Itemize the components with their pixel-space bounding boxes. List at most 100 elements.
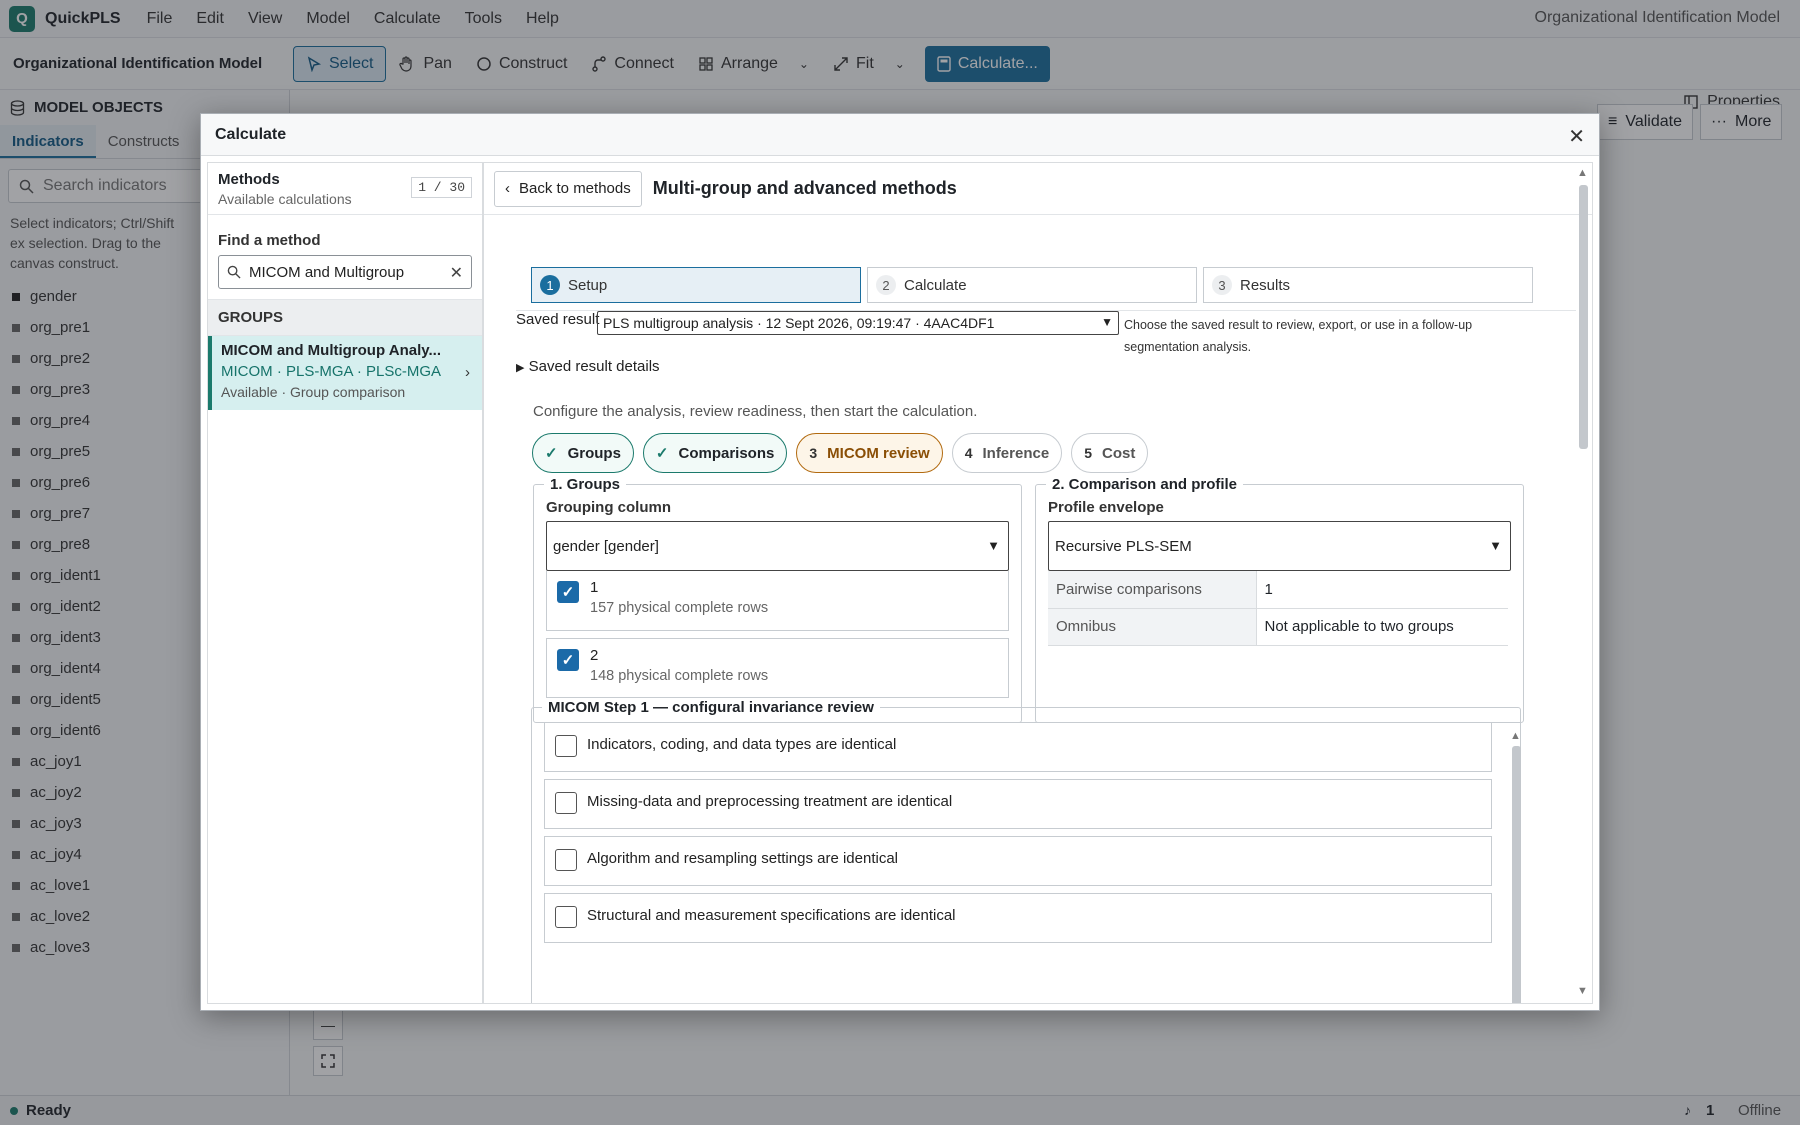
dialog-scrollbar[interactable]: ▲ ▼ (1574, 163, 1592, 1003)
wizard-step-groups[interactable]: ✓ Groups (532, 433, 634, 473)
wizard-step-inference[interactable]: 4 Inference (951, 433, 1063, 473)
scroll-thumb[interactable] (1579, 185, 1588, 449)
group-rows: 157 physical complete rows (590, 600, 769, 616)
micom-item-label: Missing-data and preprocessing treatment… (587, 793, 953, 810)
table-row: Pairwise comparisons 1 (1048, 571, 1508, 609)
grouping-column-value: gender [gender] (553, 537, 659, 555)
micom-item-label: Structural and measurement specification… (587, 907, 956, 924)
group-item-1[interactable]: ✓ 1 157 physical complete rows (546, 571, 1009, 631)
groups-section-legend: 1. Groups (550, 476, 621, 493)
wizard-step-label: Groups (567, 444, 621, 462)
dialog-title: Calculate (215, 125, 287, 143)
group-rows: 148 physical complete rows (590, 668, 769, 684)
group-checkbox[interactable]: ✓ (557, 649, 579, 671)
profile-envelope-select[interactable]: Recursive PLS-SEM ▼ (1048, 521, 1511, 571)
wizard-step-micom-review[interactable]: 3 MICOM review (796, 433, 943, 473)
scroll-thumb[interactable] (1512, 746, 1521, 1003)
clear-icon[interactable]: ✕ (450, 263, 463, 283)
wizard-step-number: 3 (809, 445, 818, 461)
step-calculate[interactable]: 2 Calculate (867, 267, 1197, 303)
wizard-step-cost[interactable]: 5 Cost (1071, 433, 1149, 473)
table-key: Omnibus (1048, 608, 1257, 646)
step-results[interactable]: 3 Results (1203, 267, 1533, 303)
back-label: Back to methods (519, 180, 631, 197)
saved-result-label: Saved result (516, 311, 600, 328)
wizard-step-label: MICOM review (827, 444, 930, 462)
chevron-left-icon: ‹ (505, 180, 510, 197)
back-to-methods-button[interactable]: ‹ Back to methods (494, 170, 642, 207)
methods-header: Methods Available calculations 1 / 30 (208, 163, 482, 215)
scroll-up-icon[interactable]: ▲ (1510, 730, 1521, 742)
close-icon[interactable]: ✕ (1568, 124, 1585, 149)
find-method-label: Find a method (218, 232, 321, 249)
micom-step1-section: MICOM Step 1 — configural invariance rev… (531, 699, 1523, 1003)
micom-item-label: Algorithm and resampling settings are id… (587, 850, 898, 867)
micom-item[interactable]: Structural and measurement specification… (544, 893, 1492, 943)
step-label: Calculate (904, 276, 967, 294)
micom-item[interactable]: Indicators, coding, and data types are i… (544, 722, 1492, 772)
group-checkbox[interactable]: ✓ (557, 581, 579, 603)
profile-envelope-value: Recursive PLS-SEM (1055, 537, 1192, 555)
table-value: Not applicable to two groups (1256, 608, 1508, 646)
group-item-2[interactable]: ✓ 2 148 physical complete rows (546, 638, 1009, 698)
dialog-header: Calculate (201, 114, 1599, 156)
micom-item[interactable]: Algorithm and resampling settings are id… (544, 836, 1492, 886)
step-label: Results (1240, 276, 1291, 294)
table-row: Omnibus Not applicable to two groups (1048, 608, 1508, 646)
table-value: 1 (1256, 571, 1508, 609)
saved-result-row: Saved result PLS multigroup analysis · 1… (516, 311, 1476, 354)
grouping-column-select[interactable]: gender [gender] ▼ (546, 521, 1009, 571)
micom-checkbox[interactable] (555, 906, 577, 928)
step-label: Setup (568, 276, 608, 294)
calculate-dialog: Calculate ✕ Methods Available calculatio… (200, 113, 1600, 1011)
scroll-down-icon[interactable]: ▼ (1577, 985, 1588, 997)
wizard-step-label: Comparisons (678, 444, 775, 462)
detail-header: ‹ Back to methods Multi-group and advanc… (484, 163, 1592, 215)
groups-header: GROUPS (208, 299, 482, 336)
table-key: Pairwise comparisons (1048, 571, 1257, 609)
micom-checkbox[interactable] (555, 849, 577, 871)
micom-checkbox[interactable] (555, 735, 577, 757)
wizard-progress: ✓ Groups ✓ Comparisons 3 MICOM review 4 … (532, 433, 1149, 473)
chevron-down-icon: ▼ (987, 538, 1000, 553)
group-name: 1 (590, 579, 599, 596)
chevron-right-icon: › (465, 364, 470, 381)
saved-result-value: PLS multigroup analysis · 12 Sept 2026, … (603, 315, 995, 331)
find-method-input[interactable]: MICOM and Multigroup ✕ (218, 255, 472, 289)
method-item-name: MICOM and Multigroup Analy... (221, 342, 441, 359)
methods-column: Methods Available calculations 1 / 30 Fi… (207, 162, 483, 1004)
micom-legend: MICOM Step 1 — configural invariance rev… (548, 699, 874, 716)
configure-instructions: Configure the analysis, review readiness… (533, 403, 978, 420)
step-tabs: 1 Setup 2 Calculate 3 Results (531, 267, 1533, 303)
micom-item[interactable]: Missing-data and preprocessing treatment… (544, 779, 1492, 829)
saved-result-select[interactable]: PLS multigroup analysis · 12 Sept 2026, … (597, 311, 1119, 335)
chevron-down-icon: ▼ (1489, 538, 1502, 553)
wizard-step-label: Cost (1101, 444, 1136, 462)
saved-result-details-toggle[interactable]: ▶ Saved result details (516, 358, 660, 375)
step-number: 1 (540, 275, 560, 295)
scroll-up-icon[interactable]: ▲ (1577, 167, 1588, 179)
wizard-step-number: 5 (1084, 445, 1092, 461)
grouping-column-label: Grouping column (546, 499, 671, 516)
groups-section: 1. Groups Grouping column gender [gender… (533, 476, 1022, 723)
comparison-table: Pairwise comparisons 1 Omnibus Not appli… (1048, 571, 1508, 646)
detail-title: Multi-group and advanced methods (652, 178, 957, 198)
search-icon (227, 265, 241, 279)
micom-scrollbar[interactable]: ▲ (1509, 730, 1523, 1003)
step-setup[interactable]: 1 Setup (531, 267, 861, 303)
wizard-step-comparisons[interactable]: ✓ Comparisons (642, 433, 788, 473)
comparison-section-legend: 2. Comparison and profile (1052, 476, 1238, 493)
wizard-step-label: Inference (982, 444, 1050, 462)
profile-envelope-label: Profile envelope (1048, 499, 1164, 516)
step-number: 2 (876, 275, 896, 295)
method-item-tags: MICOM · PLS-MGA · PLSc-MGA (221, 363, 442, 380)
group-name: 2 (590, 647, 599, 664)
step-number: 3 (1212, 275, 1232, 295)
method-item-status: Available · Group comparison (221, 384, 406, 400)
triangle-right-icon: ▶ (516, 362, 525, 374)
check-icon: ✓ (655, 445, 669, 462)
saved-result-help: Choose the saved result to review, expor… (1124, 318, 1473, 354)
micom-checkbox[interactable] (555, 792, 577, 814)
chevron-down-icon: ▼ (1101, 315, 1113, 329)
method-item-micom[interactable]: MICOM and Multigroup Analy... MICOM · PL… (208, 336, 482, 410)
